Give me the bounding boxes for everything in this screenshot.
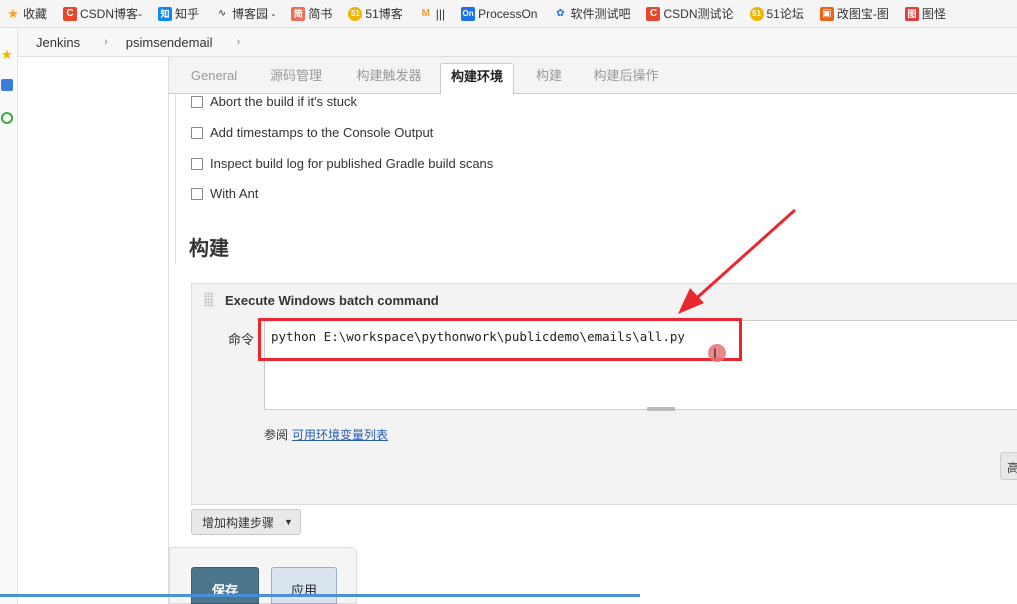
paw-icon: ✿ — [556, 8, 565, 19]
tab-build-environment[interactable]: 构建环境 — [440, 63, 514, 95]
csdn-icon: C — [63, 6, 78, 21]
checkbox[interactable] — [191, 187, 203, 200]
csdn-icon: C — [646, 6, 661, 21]
textarea-resize-handle[interactable] — [647, 407, 675, 411]
config-tabs: General 源码管理 构建触发器 构建环境 构建 构建后操作 — [169, 57, 1017, 95]
bookmark-favorites[interactable]: ★ 收藏 — [6, 5, 47, 22]
browser-side-strip: ★ — [0, 28, 18, 604]
advanced-button[interactable]: 高 — [1000, 452, 1017, 480]
tab-post-build[interactable]: 构建后操作 — [583, 63, 669, 94]
drag-handle-icon[interactable] — [204, 292, 214, 307]
51blog-icon: 51 — [348, 6, 363, 21]
jianshu-icon: 简 — [291, 6, 306, 21]
option-label: With Ant — [210, 186, 259, 201]
tab-build[interactable]: 构建 — [521, 63, 577, 94]
history-icon[interactable] — [1, 112, 13, 124]
option-label: Abort the build if it's stuck — [210, 94, 357, 109]
option-label: Inspect build log for published Gradle b… — [210, 156, 494, 171]
breadcrumb-separator-icon[interactable]: › — [104, 36, 108, 48]
bookmark-zhihu[interactable]: 知知乎 — [158, 5, 199, 22]
zhihu-icon: 知 — [158, 6, 173, 21]
tab-source-control[interactable]: 源码管理 — [257, 63, 335, 94]
build-step-title: Execute Windows batch command — [225, 293, 439, 308]
build-section-title: 构建 — [189, 238, 229, 260]
bookmark-cnblogs[interactable]: ∿ 博客园 - — [215, 5, 276, 22]
star-icon: ★ — [7, 5, 19, 21]
51forum-icon: 51 — [749, 6, 764, 21]
add-build-step-button[interactable]: 增加构建步骤 ▼ — [191, 509, 301, 535]
section-divider — [175, 94, 176, 264]
bookmarks-bar: ★ 收藏 C CSDN博客- 知知乎 ∿ 博客园 - 简简书 51 51博客 M ||| … — [0, 0, 1017, 28]
checkbox[interactable] — [191, 95, 203, 108]
caret-down-icon: ▼ — [284, 517, 293, 527]
bookmark-jianshu[interactable]: 简简书 — [291, 5, 332, 22]
checkbox[interactable] — [191, 157, 203, 170]
breadcrumb: Jenkins › psimsendemail › — [18, 28, 1017, 57]
bookmark-softtest[interactable]: ✿ 软件测试吧 — [553, 5, 630, 22]
bookmark-gaitubao[interactable]: ▣ 改图宝-图 — [819, 5, 889, 22]
breadcrumb-separator-icon[interactable]: › — [236, 36, 240, 48]
bookmark-misc[interactable]: M ||| — [419, 7, 446, 21]
pin-icon: M — [421, 8, 430, 19]
apply-button[interactable]: 应用 — [271, 567, 337, 604]
video-progress-bar — [0, 594, 640, 597]
bookmark-csdn-test[interactable]: C CSDN测试论 — [646, 5, 734, 22]
tuguai-icon: 图 — [904, 6, 919, 21]
bookmark-csdn-blog[interactable]: C CSDN博客- — [63, 5, 142, 22]
bookmark-icon[interactable] — [1, 79, 13, 91]
annotation-arrow-icon — [678, 208, 797, 314]
bookmark-51blog[interactable]: 51 51博客 — [348, 5, 403, 22]
bookmark-51forum[interactable]: 51 51论坛 — [749, 5, 804, 22]
option-with-ant[interactable]: With Ant — [191, 186, 258, 201]
bookmark-processon[interactable]: On ProcessOn — [461, 6, 537, 21]
star-icon[interactable]: ★ — [1, 47, 13, 62]
add-step-label: 增加构建步骤 — [202, 515, 275, 530]
option-label: Add timestamps to the Console Output — [210, 125, 434, 140]
text-cursor-icon: I — [713, 345, 717, 361]
save-button[interactable]: 保存 — [191, 567, 259, 604]
env-vars-link[interactable]: 可用环境变量列表 — [292, 428, 388, 442]
option-timestamps[interactable]: Add timestamps to the Console Output — [191, 125, 433, 140]
tab-build-triggers[interactable]: 构建触发器 — [343, 63, 435, 94]
processon-icon: On — [461, 6, 476, 21]
breadcrumb-jenkins[interactable]: Jenkins — [36, 35, 80, 50]
build-step-box: Execute Windows batch command 命令 python … — [191, 283, 1017, 505]
tab-general[interactable]: General — [179, 63, 249, 94]
checkbox[interactable] — [191, 126, 203, 139]
mouse-cursor-highlight — [708, 344, 726, 362]
gaitubao-icon: ▣ — [819, 6, 834, 21]
see-also-prefix: 参阅 — [264, 428, 289, 442]
bookmark-tuguai[interactable]: 图图怪 — [904, 5, 946, 22]
command-label: 命令 — [228, 332, 255, 347]
cnblogs-icon: ∿ — [217, 8, 227, 19]
option-gradle-scans[interactable]: Inspect build log for published Gradle b… — [191, 156, 493, 171]
sidebar — [18, 57, 168, 604]
see-also: 参阅 可用环境变量列表 — [264, 426, 388, 443]
breadcrumb-job[interactable]: psimsendemail — [126, 35, 213, 50]
option-abort-stuck[interactable]: Abort the build if it's stuck — [191, 94, 357, 109]
